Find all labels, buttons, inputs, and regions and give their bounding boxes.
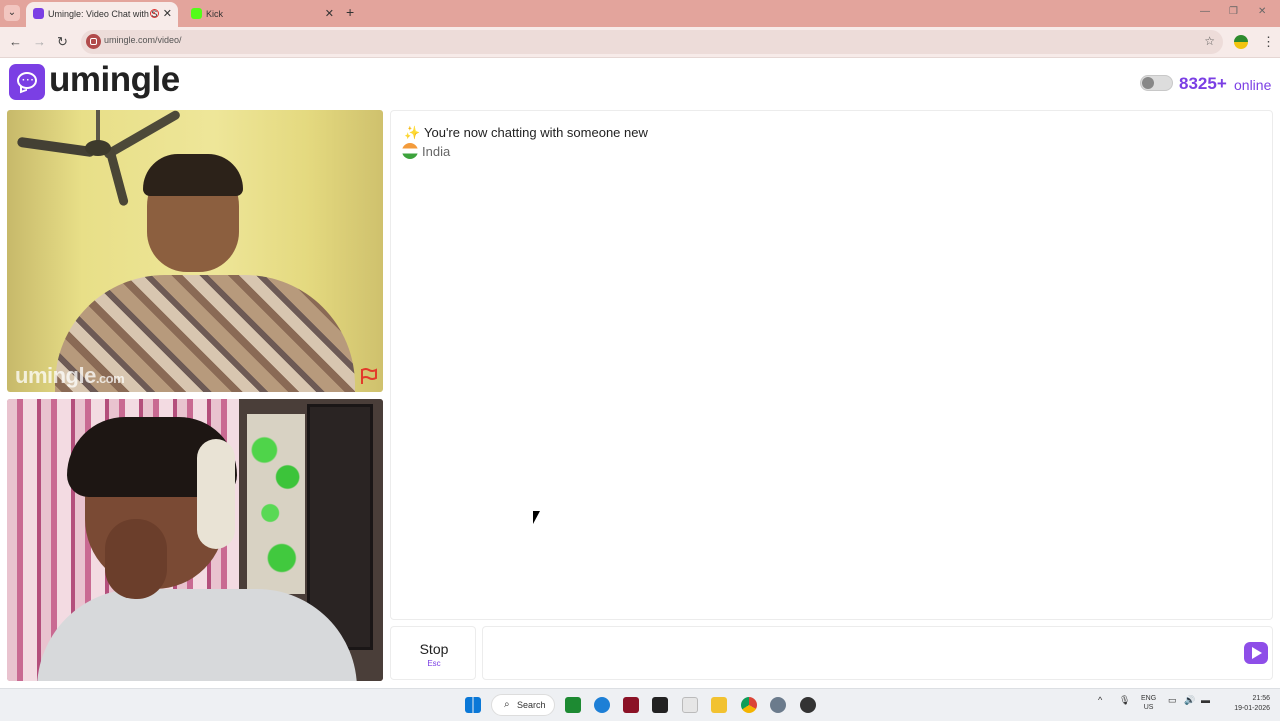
forward-arrow-icon[interactable]: →: [33, 34, 46, 49]
search-icon: ⌕: [504, 699, 510, 710]
tab-kick[interactable]: Kick ✕: [184, 2, 340, 27]
maximize-icon[interactable]: ❐: [1229, 6, 1238, 17]
battery-icon[interactable]: ▬: [1201, 695, 1210, 705]
minimize-icon[interactable]: —: [1200, 6, 1210, 17]
kick-favicon-icon: [191, 8, 202, 19]
stranger-country: India: [422, 144, 451, 159]
windows-start-icon[interactable]: [465, 697, 481, 713]
self-video: [7, 399, 383, 681]
file-explorer-icon[interactable]: [711, 697, 727, 713]
tab-close-icon[interactable]: ✕: [325, 2, 334, 26]
tab-umingle[interactable]: Umingle: Video Chat with S ✕: [26, 2, 178, 27]
taskbar-search[interactable]: ⌕ Search: [491, 694, 555, 716]
online-count: 8325+: [1179, 74, 1227, 93]
omnibox[interactable]: umingle.com/video/ ☆: [81, 30, 1223, 54]
tab-title: Kick: [206, 9, 224, 19]
settings-gear-icon[interactable]: [770, 697, 786, 713]
back-arrow-icon[interactable]: ←: [9, 34, 22, 49]
taskbar: ⌕ Search ^ 🎙 ENG US ▭ 🔊 ▬ 21:56 19-01-2026: [0, 688, 1280, 721]
stop-shortcut-hint: Esc: [427, 659, 441, 668]
microphone-icon[interactable]: 🎙: [1119, 695, 1130, 706]
profile-avatar[interactable]: [1234, 35, 1248, 49]
window-close-icon[interactable]: ✕: [1258, 6, 1266, 17]
stranger-video: umingle.com: [7, 110, 383, 392]
notepad-icon[interactable]: [682, 697, 698, 713]
tab-strip: ⌄ Umingle: Video Chat with S ✕ Kick ✕ + …: [0, 0, 1280, 27]
network-icon[interactable]: ▭: [1168, 695, 1177, 706]
browser-menu-icon[interactable]: ⋮: [1262, 34, 1275, 50]
logo-chat-icon[interactable]: ···: [9, 64, 45, 100]
mouse-cursor-icon: [533, 511, 540, 524]
tab-close-icon[interactable]: ✕: [163, 2, 172, 26]
new-tab-button[interactable]: +: [346, 4, 354, 20]
clock[interactable]: 21:56 19-01-2026: [1224, 694, 1270, 714]
tab-search-button[interactable]: ⌄: [4, 5, 20, 21]
chrome-icon[interactable]: [741, 697, 757, 713]
india-flag-icon: [402, 143, 418, 159]
xbox-icon[interactable]: [565, 697, 581, 713]
theme-toggle[interactable]: [1140, 75, 1173, 91]
watermark: umingle.com: [15, 363, 125, 388]
stop-button[interactable]: Stop Esc: [390, 626, 476, 680]
online-label: online: [1234, 77, 1272, 93]
logo-text[interactable]: umingle: [49, 60, 180, 100]
volume-icon[interactable]: 🔊: [1184, 695, 1195, 706]
reload-icon[interactable]: ↻: [57, 34, 68, 50]
app-icon[interactable]: [623, 697, 639, 713]
stop-label: Stop: [419, 641, 449, 657]
chat-panel: ✨ You're now chatting with someone new I…: [390, 110, 1273, 620]
obs-icon[interactable]: [800, 697, 816, 713]
send-icon[interactable]: [1244, 642, 1268, 664]
url-text: umingle.com/video/: [104, 35, 182, 45]
epic-games-icon[interactable]: [652, 697, 668, 713]
report-flag-icon[interactable]: [360, 368, 378, 385]
umingle-favicon-icon: [33, 8, 44, 19]
bookmark-star-icon[interactable]: ☆: [1204, 34, 1215, 48]
tray-chevron-icon[interactable]: ^: [1098, 695, 1102, 705]
tab-title: Umingle: Video Chat with S: [48, 9, 158, 19]
site-info-icon[interactable]: [86, 34, 101, 49]
chat-status-message: You're now chatting with someone new: [424, 125, 648, 140]
edge-icon[interactable]: [594, 697, 610, 713]
recording-icon: [150, 9, 159, 18]
language-indicator[interactable]: ENG US: [1141, 694, 1156, 712]
address-bar: ← → ↻ umingle.com/video/ ☆: [0, 27, 1280, 58]
message-input[interactable]: [482, 626, 1273, 680]
sparkle-icon: ✨: [404, 125, 421, 140]
